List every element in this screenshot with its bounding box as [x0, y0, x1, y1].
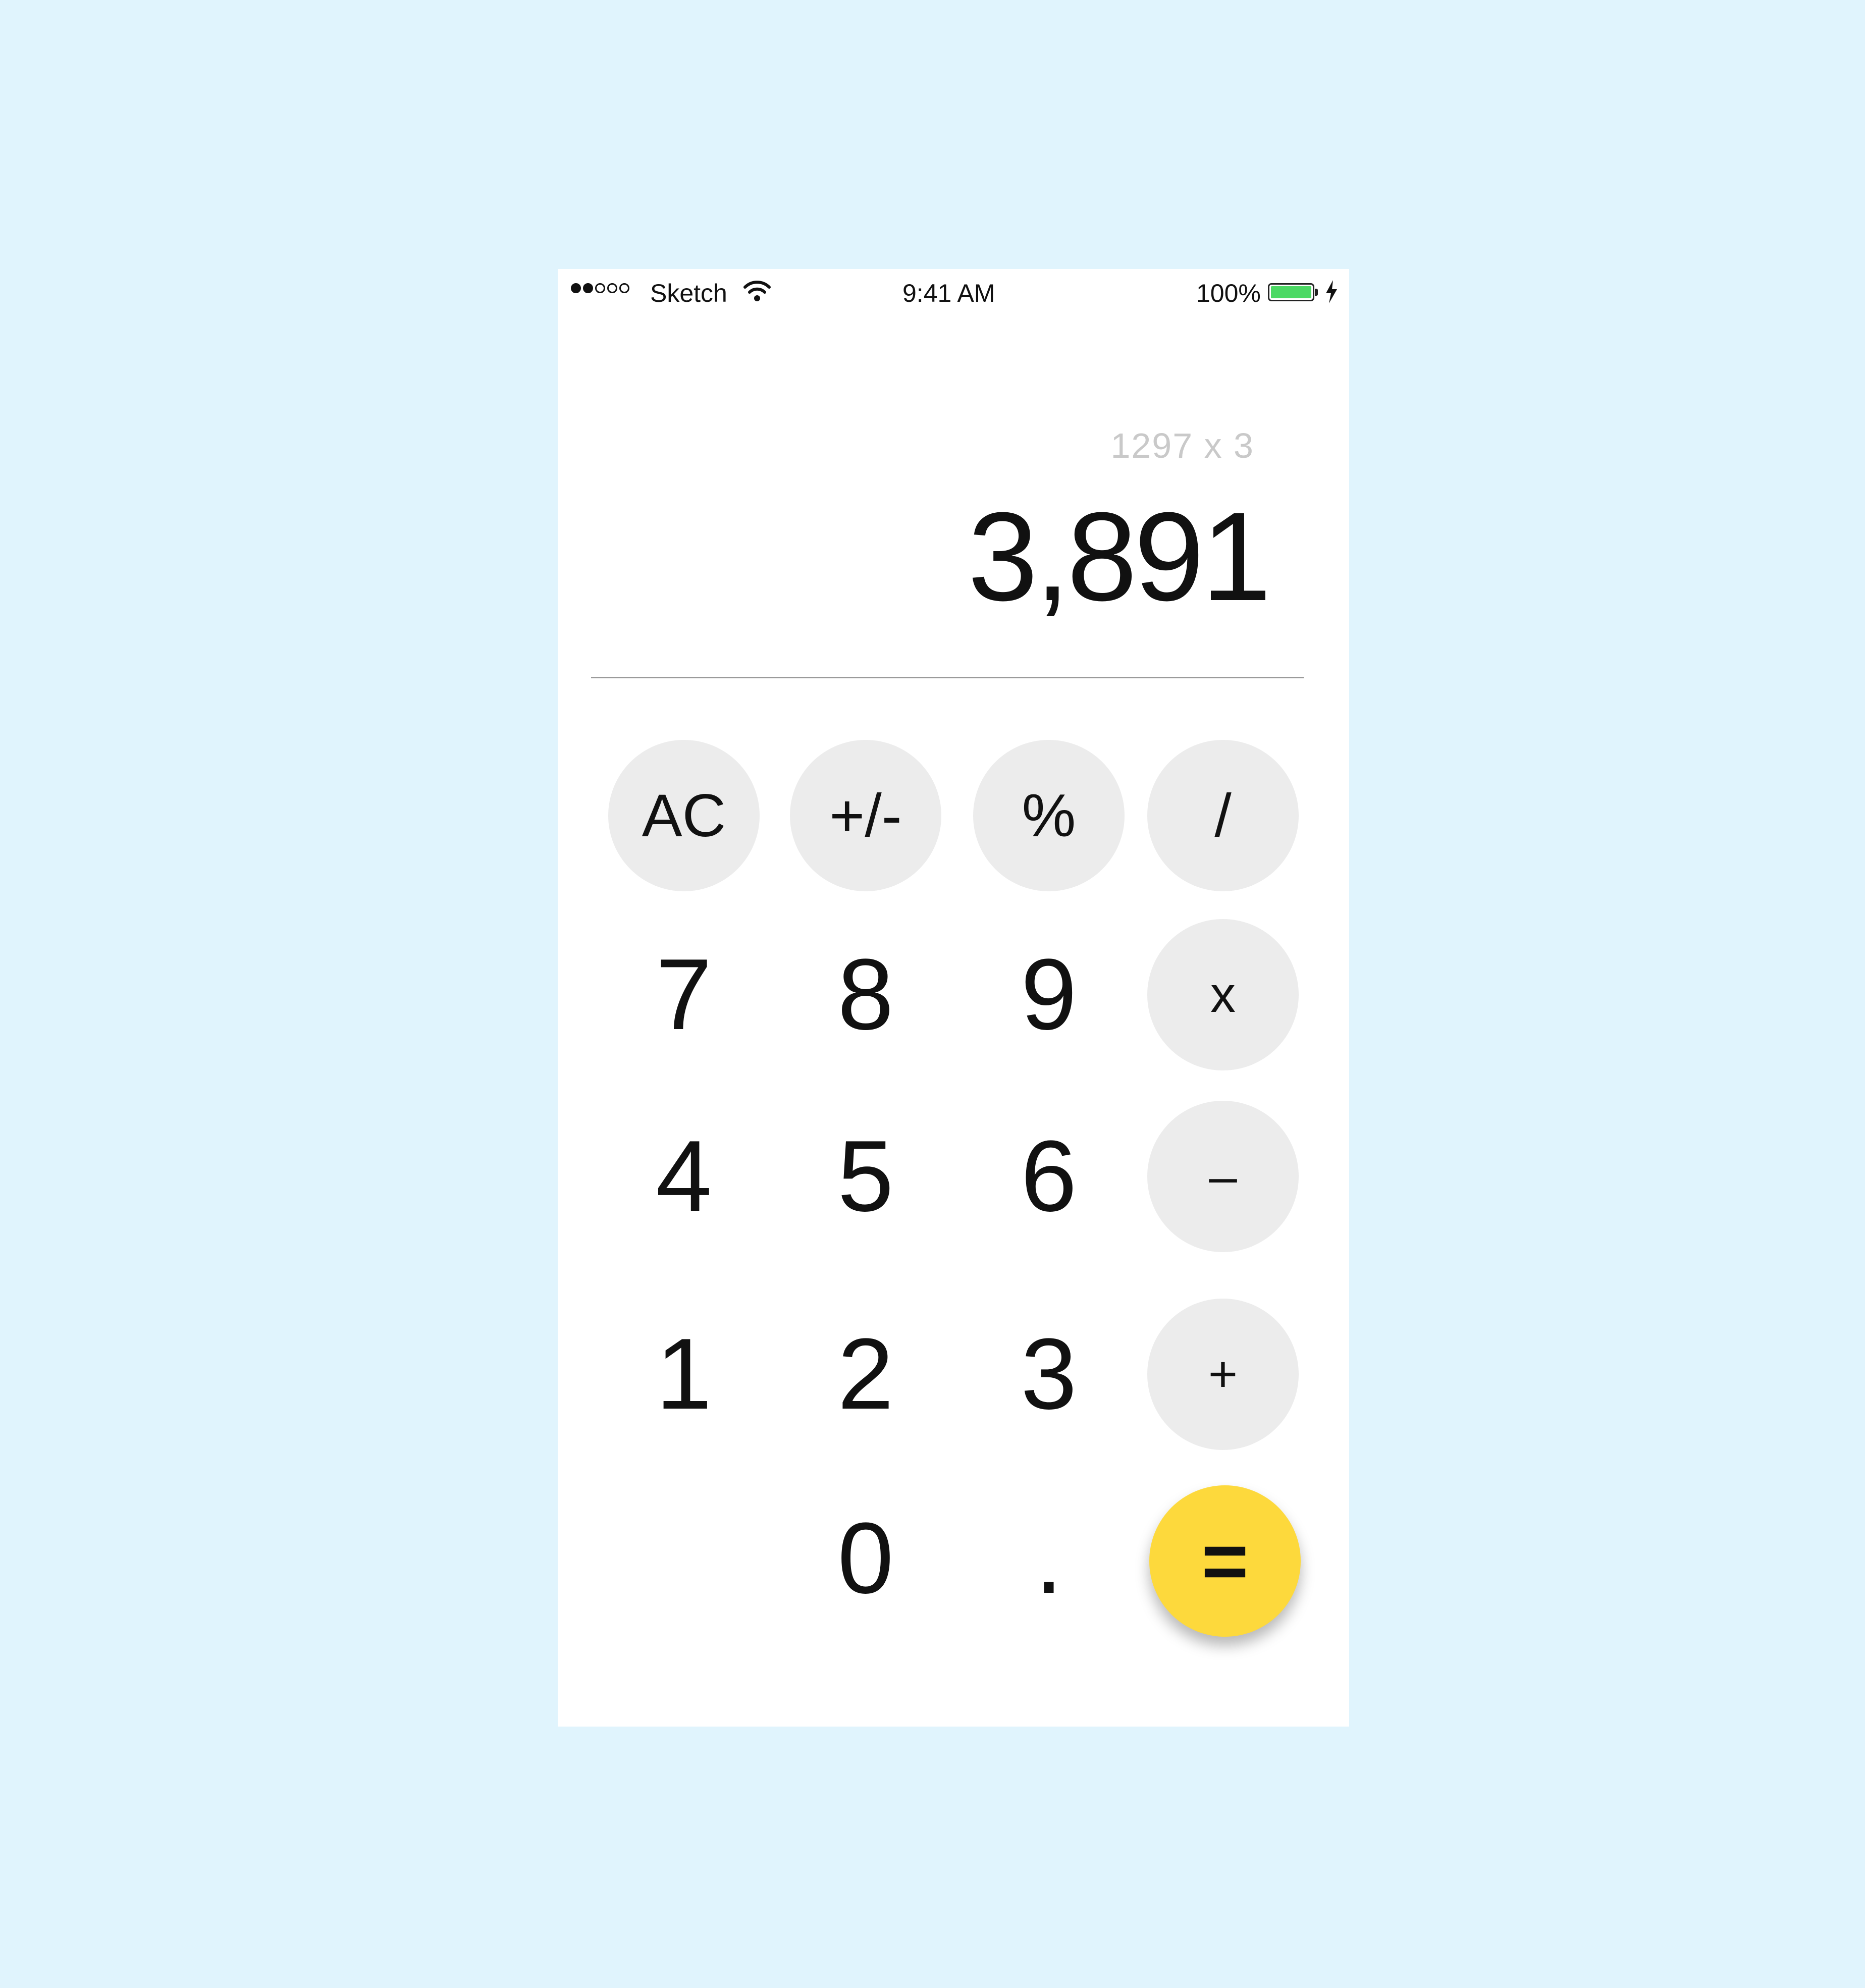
clear-button[interactable]: AC: [608, 740, 760, 891]
digit-3-button[interactable]: 3: [973, 1299, 1125, 1450]
signal-dot: [619, 283, 629, 293]
minus-button[interactable]: –: [1147, 1101, 1299, 1252]
status-bar: Sketch 9:41 AM 100%: [558, 269, 1349, 317]
battery-percent: 100%: [1196, 279, 1261, 307]
digit-1-button[interactable]: 1: [608, 1299, 760, 1450]
battery-level: [1271, 286, 1311, 298]
decimal-button[interactable]: .: [973, 1483, 1125, 1634]
charging-bolt-icon: [1326, 280, 1337, 303]
plus-minus-button[interactable]: +/-: [790, 740, 941, 891]
digit-4-button[interactable]: 4: [608, 1101, 760, 1252]
display-divider: [591, 677, 1304, 678]
wifi-icon: [743, 281, 771, 301]
signal-strength-icon: [571, 283, 629, 293]
digit-7-button[interactable]: 7: [608, 919, 760, 1070]
digit-8-button[interactable]: 8: [790, 919, 941, 1070]
signal-dot: [607, 283, 617, 293]
expression-display: 1297 x 3: [1110, 426, 1254, 465]
signal-dot: [571, 283, 581, 293]
signal-dot: [583, 283, 593, 293]
digit-5-button[interactable]: 5: [790, 1101, 941, 1252]
clock: 9:41 AM: [902, 279, 995, 307]
percent-button[interactable]: %: [973, 740, 1125, 891]
calculator-screen: Sketch 9:41 AM 100% 1297 x 3 3,891 AC +/…: [558, 269, 1349, 1727]
battery-icon: [1268, 283, 1314, 301]
digit-9-button[interactable]: 9: [973, 919, 1125, 1070]
divide-button[interactable]: /: [1147, 740, 1299, 891]
result-display: 3,891: [968, 486, 1271, 627]
digit-2-button[interactable]: 2: [790, 1299, 941, 1450]
plus-button[interactable]: +: [1147, 1299, 1299, 1450]
signal-dot: [595, 283, 605, 293]
battery-cap: [1315, 289, 1318, 296]
equals-button[interactable]: =: [1149, 1485, 1301, 1637]
carrier-name: Sketch: [650, 279, 727, 307]
digit-0-button[interactable]: 0: [790, 1483, 941, 1634]
digit-6-button[interactable]: 6: [973, 1101, 1125, 1252]
multiply-button[interactable]: x: [1147, 919, 1299, 1070]
